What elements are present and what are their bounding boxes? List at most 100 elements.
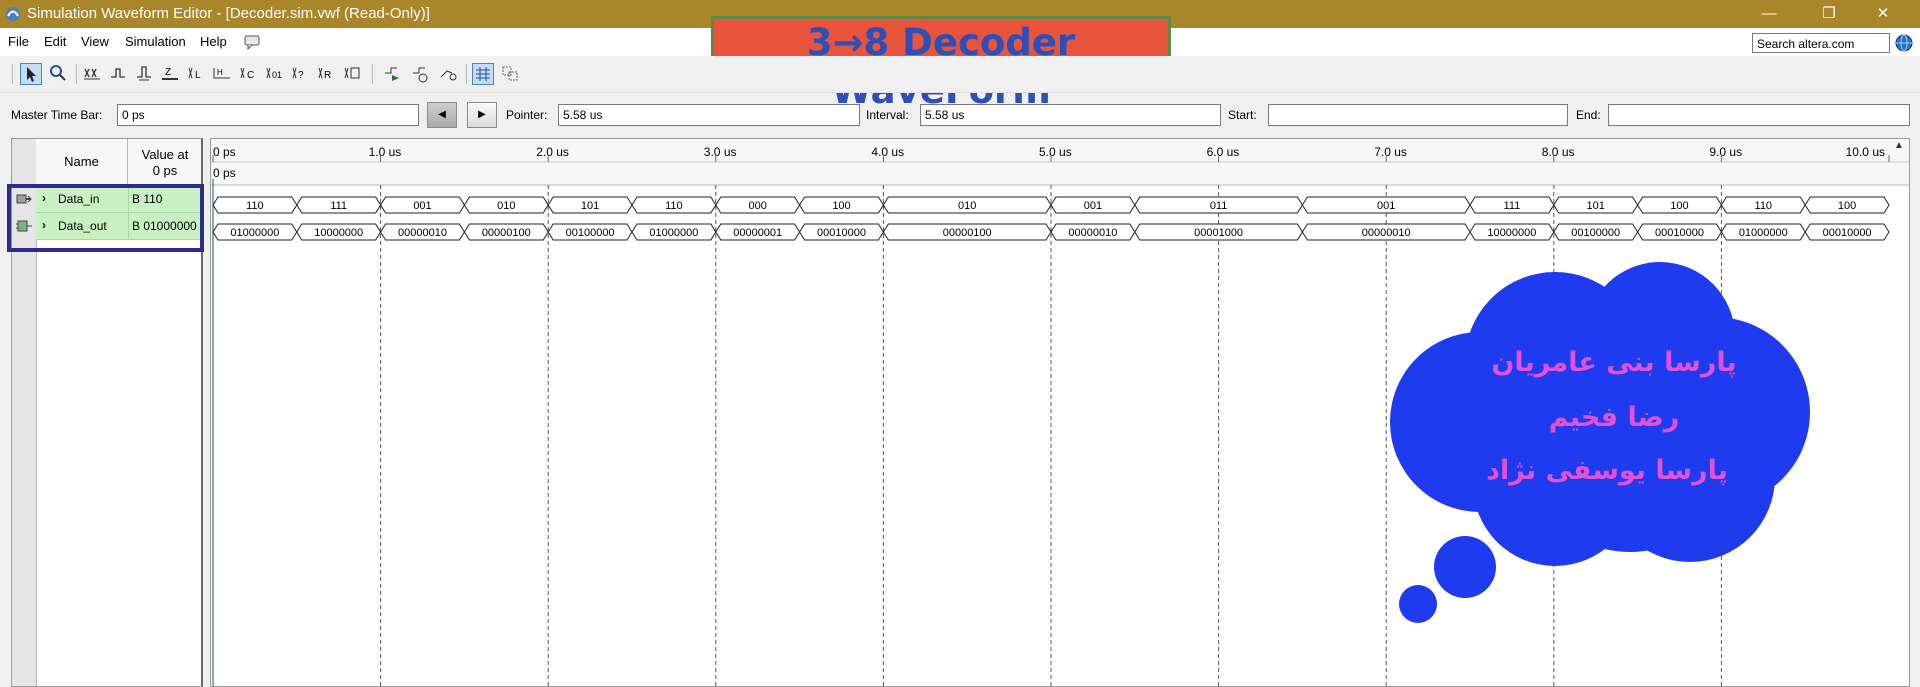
start-field[interactable] (1268, 104, 1568, 126)
run-timing-simulation-button[interactable] (410, 63, 432, 85)
time-tick-label: 2.0 us (536, 145, 569, 159)
pointer-label: Pointer: (506, 108, 548, 122)
name-column-header[interactable]: Name (36, 139, 128, 185)
restore-button[interactable]: ❐ (1806, 0, 1852, 28)
data-in-wave-value-label: 000 (749, 200, 767, 212)
force-weak-low-button[interactable]: L (186, 63, 208, 85)
count-value-icon: ? (292, 67, 304, 81)
end-label: End: (1576, 108, 1601, 122)
pointer-icon (27, 67, 36, 82)
signals-highlight-box (7, 184, 204, 252)
data-in-wave-value-label: 100 (1670, 200, 1688, 212)
data-out-wave-value-label: 00000010 (1068, 227, 1117, 239)
zoom-tool-button[interactable] (48, 63, 70, 85)
data-in-wave-value-label: 100 (1838, 200, 1856, 212)
value-header-line1: Value at (141, 147, 189, 162)
minimize-button[interactable]: — (1746, 0, 1792, 28)
time-tick-label: 3.0 us (704, 145, 737, 159)
data-in-wave-value-label: 110 (1755, 200, 1773, 212)
time-tick-label: 1.0 us (369, 145, 402, 159)
master-time-bar-field[interactable]: 0 ps (117, 104, 419, 126)
data-out-wave-value-label: 00100000 (566, 227, 615, 239)
data-out-wave-value-label: 00001000 (1194, 227, 1243, 239)
data-in-wave-value-label: 010 (958, 200, 976, 212)
left-arrow-icon: ◀ (438, 109, 446, 120)
scroll-up-icon[interactable]: ▲ (1892, 140, 1906, 154)
signal-list-header: Name Value at 0 ps (36, 139, 201, 186)
start-label: Start: (1228, 108, 1257, 122)
data-in-wave-value-label: 011 (1210, 200, 1228, 212)
data-out-wave-value-label: 00000100 (482, 227, 531, 239)
time-tick-label: 5.0 us (1039, 145, 1072, 159)
menu-file[interactable]: File (8, 34, 29, 49)
menu-edit[interactable]: Edit (44, 34, 66, 49)
run-functional-simulation-button[interactable] (382, 63, 404, 85)
invert-button[interactable]: 01 (264, 63, 286, 85)
data-out-wave-value-label: 00010000 (1823, 227, 1872, 239)
data-out-wave-value-label: 00000100 (943, 227, 992, 239)
data-out-wave-value-label: 00000001 (733, 227, 782, 239)
previous-transition-button[interactable]: ◀ (427, 102, 457, 128)
close-button[interactable]: ✕ (1860, 0, 1906, 28)
data-in-wave-value-label: 100 (832, 200, 850, 212)
random-values-button[interactable] (342, 63, 364, 85)
clock-icon: R (318, 67, 331, 81)
generate-netlist-button[interactable] (438, 63, 460, 85)
feedback-icon[interactable] (244, 34, 260, 50)
menu-help[interactable]: Help (200, 34, 227, 49)
next-transition-button[interactable]: ▶ (467, 102, 497, 128)
weak-unknown-button[interactable]: C (238, 63, 260, 85)
interval-label: Interval: (866, 108, 909, 122)
end-field[interactable] (1608, 104, 1910, 126)
svg-text:L: L (195, 70, 201, 81)
time-tick-label: 6.0 us (1207, 145, 1240, 159)
quartus-app-icon (6, 7, 20, 21)
force-high-impedance-button[interactable]: Z (160, 63, 182, 85)
grid-icon (476, 67, 490, 81)
svg-text:H: H (217, 68, 223, 77)
toolbar-separator (12, 64, 13, 84)
data-in-wave-value-label: 110 (246, 200, 264, 212)
data-out-wave-value-label: 00100000 (1571, 227, 1620, 239)
run-timing-icon (413, 67, 428, 83)
value-column-header[interactable]: Value at 0 ps (128, 147, 202, 179)
cloud-annotation (1390, 262, 1810, 623)
pointer-field[interactable]: 5.58 us (558, 104, 860, 126)
force-low-button[interactable] (108, 63, 130, 85)
force-high-button[interactable] (134, 63, 156, 85)
random-icon (344, 67, 360, 79)
globe-icon[interactable] (1895, 34, 1913, 52)
time-tick-label: 10.0 us (1846, 145, 1885, 159)
cursor-time-label: 0 ps (213, 166, 236, 180)
search-input[interactable]: Search altera.com (1752, 33, 1890, 53)
high-impedance-icon: Z (162, 67, 178, 80)
menu-view[interactable]: View (81, 34, 109, 49)
overwrite-clock-button[interactable]: R (316, 63, 338, 85)
time-tick-label: 9.0 us (1709, 145, 1742, 159)
time-tick-label: 8.0 us (1542, 145, 1575, 159)
snap-to-grid-button[interactable] (472, 63, 494, 85)
force-low-icon (111, 68, 125, 78)
weak-unknown-icon: C (240, 67, 254, 81)
author-name-3: پارسا یوسفی نژاد (1486, 455, 1728, 486)
sort-button[interactable] (500, 63, 522, 85)
time-tick-label: 4.0 us (871, 145, 904, 159)
count-value-button[interactable]: ? (290, 63, 312, 85)
data-in-wave-value-label: 110 (665, 200, 683, 212)
interval-field[interactable]: 5.58 us (920, 104, 1221, 126)
right-arrow-icon: ▶ (478, 109, 486, 120)
force-unknown-button[interactable] (82, 63, 104, 85)
selection-tool-button[interactable] (20, 63, 42, 85)
weak-high-icon: H (213, 68, 230, 79)
netlist-icon (440, 70, 457, 81)
force-high-icon (137, 66, 151, 81)
force-unknown-icon (84, 68, 100, 80)
svg-text:R: R (324, 70, 331, 81)
force-weak-high-button[interactable]: H (212, 63, 234, 85)
data-in-wave-value-label: 010 (497, 200, 515, 212)
menu-simulation[interactable]: Simulation (125, 34, 186, 49)
time-tick-label: 7.0 us (1374, 145, 1407, 159)
data-in-wave-value-label: 111 (1504, 200, 1521, 212)
window-title: Simulation Waveform Editor - [Decoder.si… (27, 5, 430, 22)
svg-text:?: ? (298, 70, 304, 81)
